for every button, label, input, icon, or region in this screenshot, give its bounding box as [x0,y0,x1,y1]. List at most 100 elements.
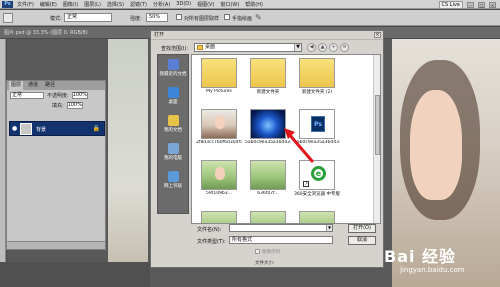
tab-layers[interactable]: 图层 [9,81,24,90]
lookin-value: 桌面 [205,44,216,50]
chevron-down-icon[interactable]: ▼ [326,225,332,231]
brush-panel-icon[interactable]: ✎ [255,13,263,22]
place-my-documents[interactable]: 我的文档 [158,113,188,139]
view-menu-icon[interactable]: ≡ [340,43,349,52]
menu-help[interactable]: 帮助(H) [245,1,263,8]
file-item[interactable]: 636f07f... [247,160,289,200]
file-item[interactable]: e ↗ 360安全浏览器 中专版 [294,160,340,200]
minimize-icon[interactable]: – [467,2,474,8]
back-icon[interactable]: ◀ [307,43,316,52]
options-bar: 模式: 正常 强度: 50% 对所有图层取样 手指绘画 ✎ [0,10,500,26]
watermark-brand: Bai 经验 [384,247,457,266]
fill-row: 填充: 100% [7,100,105,110]
menu-view[interactable]: 视图(V) [197,1,214,8]
image-thumbnail [201,160,237,190]
image-sequence-label: 图像序列 [262,250,280,255]
place-label: 桌面 [168,100,178,105]
face-shape [215,167,225,180]
menu-layer[interactable]: 图层(L) [84,1,101,8]
menu-edit[interactable]: 编辑(E) [40,1,57,8]
up-folder-icon[interactable]: ▲ [318,43,327,52]
tab-channels[interactable]: 通道 [26,81,40,90]
sample-all-label: 对所有图层取样 [184,16,220,22]
fill-label: 填充: [52,102,64,109]
file-name: 636f07f... [257,191,279,196]
places-bar: 我最近的文档 桌面 我的文档 我的电脑 网上邻居 [157,54,189,214]
desktop-icon [168,87,179,98]
maximize-icon[interactable]: □ [478,2,485,8]
dialog-title: 打开 × [151,31,383,40]
layers-panel-footer [7,241,105,249]
menu-window[interactable]: 窗口(W) [220,1,239,8]
tab-paths[interactable]: 路径 [43,81,57,90]
lookin-combo[interactable]: 桌面 ▼ [194,43,302,52]
fill-input[interactable]: 100% [66,101,83,109]
document-tab[interactable]: 图片.psd @ 33.3% (图层 0, RGB/8) [4,29,88,36]
menu-filter[interactable]: 滤镜(T) [130,1,147,8]
sample-all-checkbox[interactable] [176,14,182,20]
filename-input[interactable]: ▼ [229,224,333,232]
place-network[interactable]: 网上邻居 [158,169,188,195]
file-item[interactable]: My Pictures [198,58,240,98]
eye-icon[interactable]: ● [12,126,18,132]
mode-label: 模式: [50,16,62,22]
image-thumbnail [250,211,286,223]
open-button[interactable]: 打开(O) [348,224,376,233]
mode-select[interactable]: 正常 [64,13,112,22]
dialog-close-icon[interactable]: × [374,32,381,38]
scroll-thumb[interactable] [375,95,380,155]
filetype-select[interactable]: 所有格式 [229,236,333,244]
cancel-button[interactable]: 取消 [348,236,376,245]
lookin-label: 查找范围(I): [161,46,189,52]
file-name: My Pictures [206,89,232,94]
menu-select[interactable]: 选择(S) [107,1,124,8]
baidu-watermark: Bai 经验 jingyan.baidu.com [378,243,498,283]
window-controls: CS Live – □ × [438,1,496,9]
folder-icon [197,45,203,50]
folder-icon [201,58,237,88]
chevron-down-icon[interactable]: ▼ [294,44,301,51]
image-sequence-checkbox[interactable] [255,249,260,254]
file-item[interactable] [247,211,289,223]
network-icon [168,171,179,182]
file-item[interactable]: 59f109b3... [198,160,240,200]
layer-name: 背景 [36,127,47,133]
opacity-input[interactable]: 100% [71,91,88,99]
smudge-tool-icon[interactable] [3,13,13,23]
watermark-url: jingyan.baidu.com [400,266,465,274]
file-name: 新建文件夹 (2) [301,90,333,95]
file-item[interactable]: 2f8d3cc7b0f6d304f5... [196,109,242,149]
menu-3d[interactable]: 3D(D) [176,1,191,8]
file-item[interactable] [198,211,240,223]
menu-analysis[interactable]: 分析(A) [153,1,170,8]
file-item[interactable] [296,211,338,223]
layers-panel: 图层 通道 路径 正常 不透明度: 100% 填充: 100% ● 背景 🔒 [6,80,106,250]
status-area [0,262,150,287]
filetype-label: 文件类型(T): [197,239,226,245]
layers-panel-tabs: 图层 通道 路径 [7,81,105,90]
filesize-label: 文件大小: [255,261,275,266]
menu-image[interactable]: 图像(I) [63,1,78,8]
close-icon[interactable]: × [489,2,496,8]
place-label: 我最近的文档 [159,72,187,77]
image-thumbnail [250,109,286,139]
file-list-scrollbar[interactable] [373,55,380,223]
layer-row-background[interactable]: ● 背景 🔒 [9,121,105,136]
cs-live-button[interactable]: CS Live [438,1,463,9]
file-item[interactable]: 新建文件夹 (2) [296,58,338,98]
new-folder-icon[interactable]: + [329,43,338,52]
file-item[interactable]: 新建文件夹 [247,58,289,98]
file-name: 59f109b3... [206,191,232,196]
dialog-nav-buttons: ◀ ▲ + ≡ [307,43,349,52]
file-name: 360安全浏览器 中专版 [294,192,340,197]
place-recent[interactable]: 我最近的文档 [158,57,188,83]
finger-paint-checkbox[interactable] [224,14,230,20]
place-label: 我的文档 [164,128,182,133]
folder-icon [299,58,335,88]
blend-mode-select[interactable]: 正常 [10,91,44,99]
strength-input[interactable]: 50% [146,13,168,22]
menu-bar: Ps 文件(F) 编辑(E) 图像(I) 图层(L) 选择(S) 滤镜(T) 分… [0,0,500,9]
place-desktop[interactable]: 桌面 [158,85,188,111]
place-my-computer[interactable]: 我的电脑 [158,141,188,167]
menu-file[interactable]: 文件(F) [17,1,34,8]
